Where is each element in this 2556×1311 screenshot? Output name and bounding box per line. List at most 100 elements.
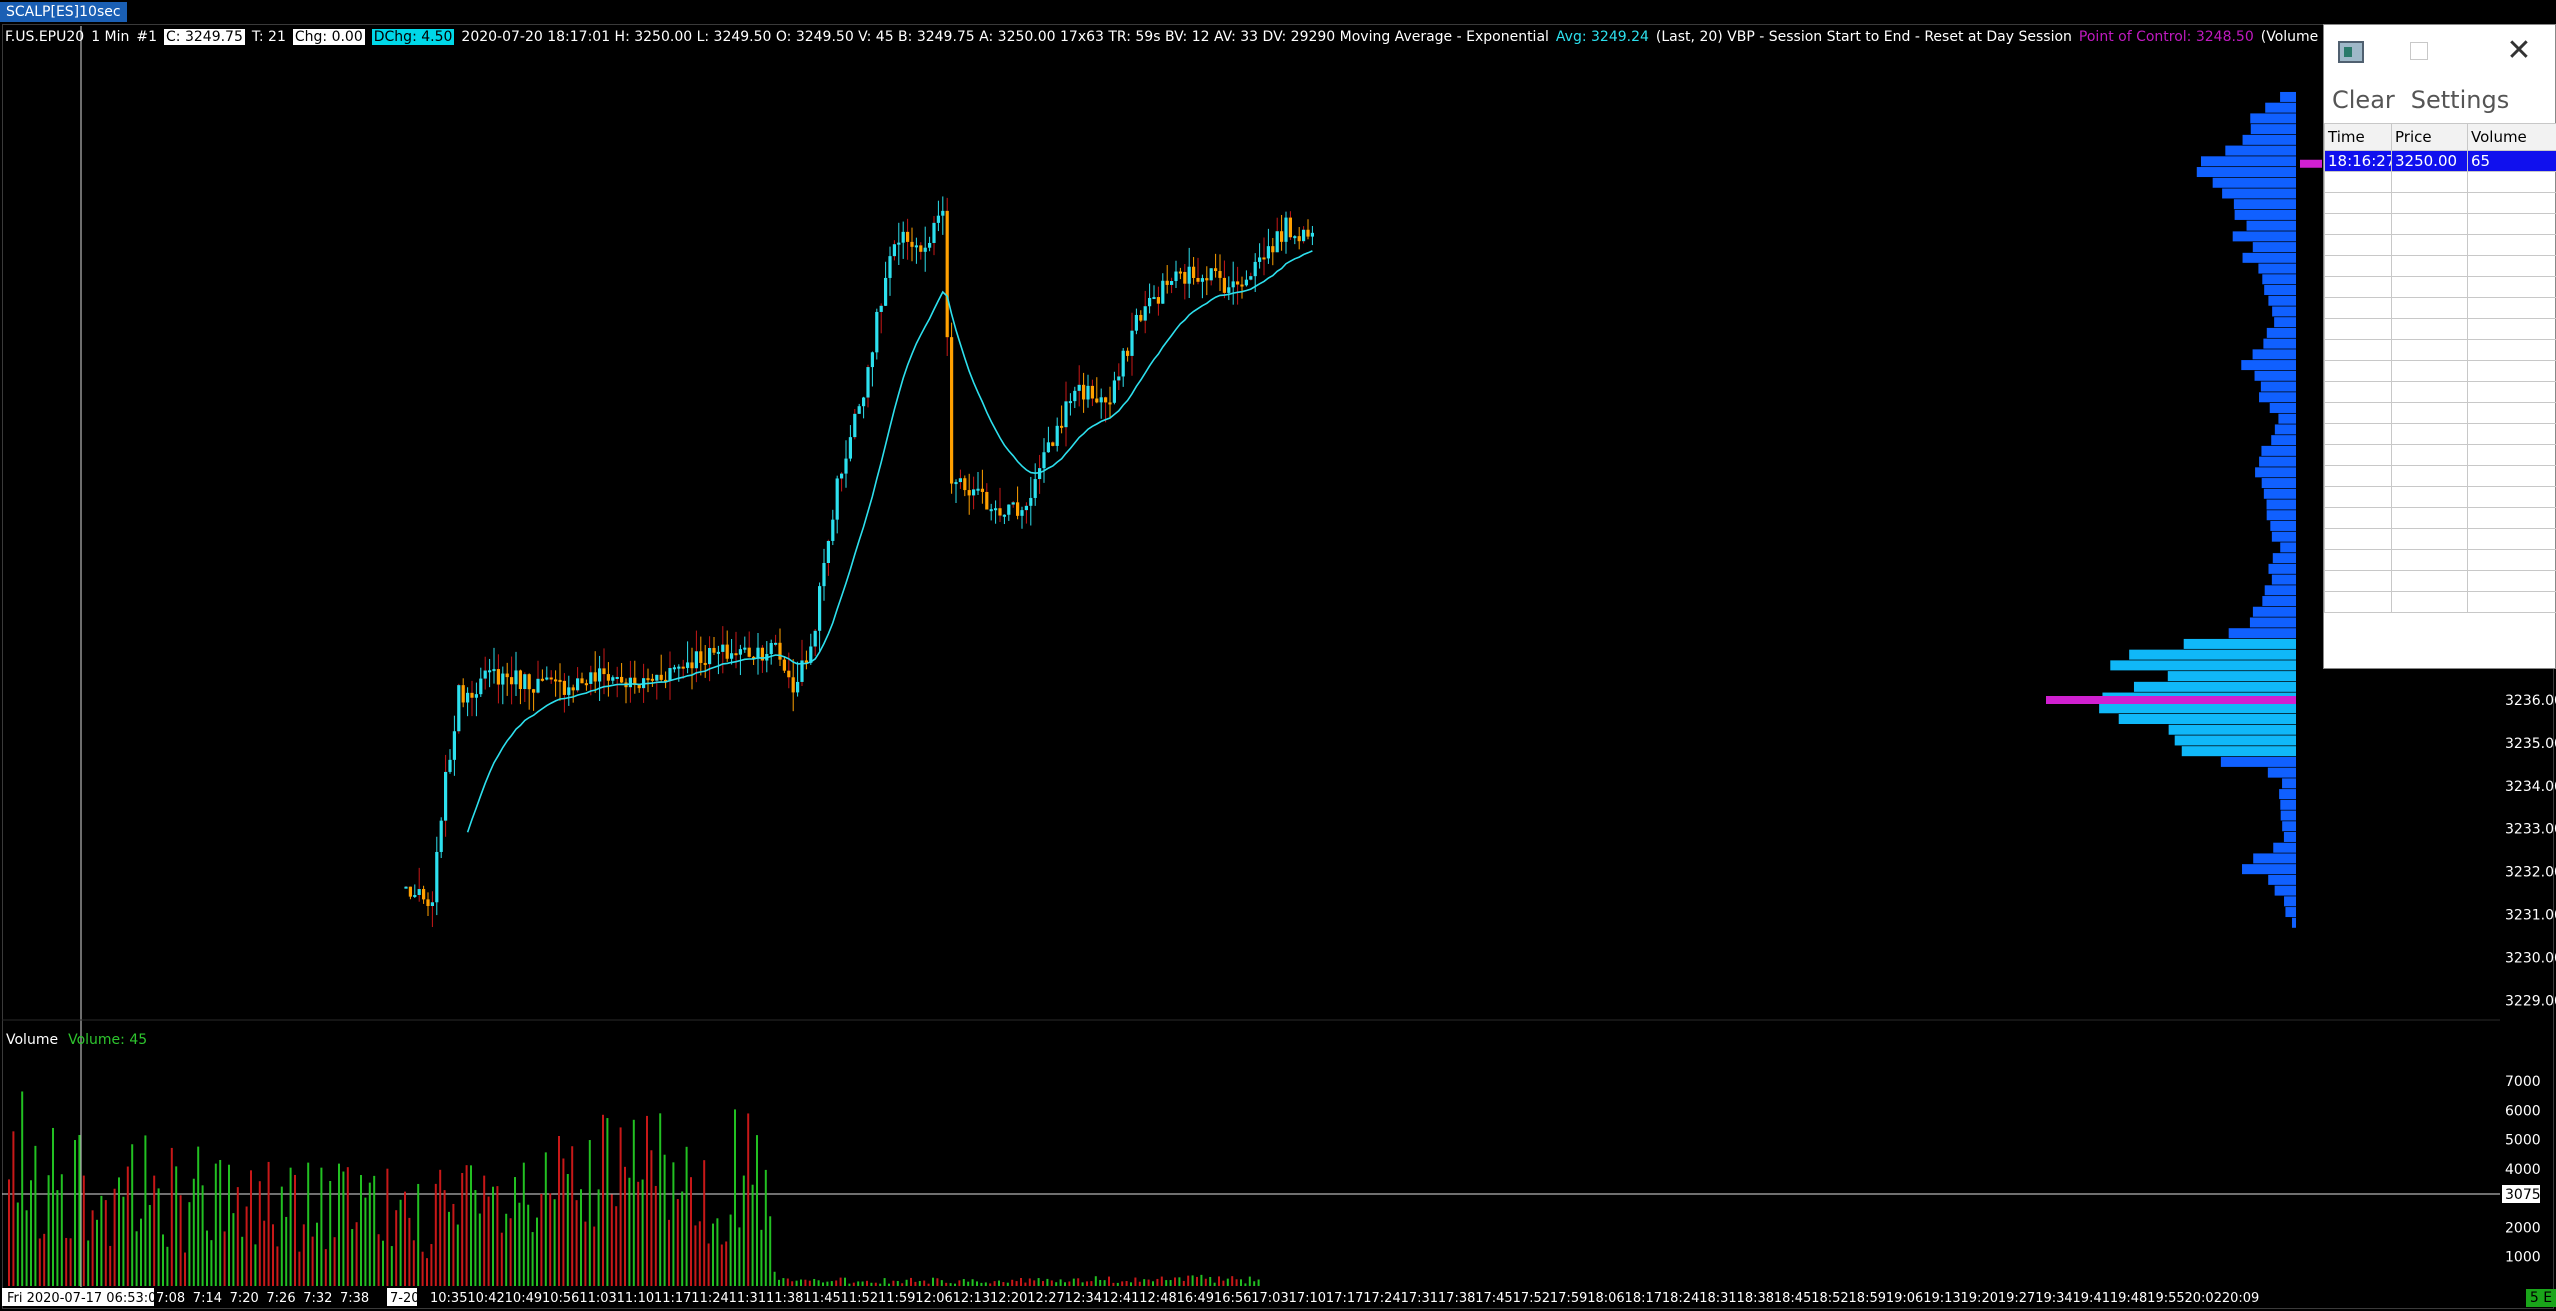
volume-bar — [544, 1152, 547, 1286]
time-tick-label: 18:24 — [1662, 1291, 1699, 1306]
table-row[interactable] — [2324, 171, 2556, 193]
volume-bar — [659, 1113, 662, 1286]
volume-bar — [945, 1282, 948, 1286]
table-row[interactable] — [2324, 318, 2556, 340]
volume-bar — [712, 1223, 714, 1286]
table-row[interactable] — [2324, 570, 2556, 592]
candle-body — [606, 674, 610, 681]
time-tick-label: 12:13 — [953, 1291, 990, 1306]
time-tick-label: 12:27 — [1027, 1291, 1064, 1306]
candle-body — [932, 222, 936, 243]
volume-bar — [1033, 1280, 1036, 1286]
volume-bar — [465, 1165, 468, 1286]
table-row[interactable] — [2324, 213, 2556, 235]
info-segment: F.US.EPU20 — [5, 29, 85, 45]
volume-bar — [1011, 1279, 1014, 1286]
profile-bar — [2263, 338, 2296, 349]
table-row[interactable] — [2324, 444, 2556, 466]
volume-title: Volume — [6, 1032, 59, 1048]
close-icon[interactable]: ✕ — [2499, 35, 2539, 67]
candle-body — [831, 519, 835, 541]
table-row[interactable] — [2324, 486, 2556, 508]
table-row[interactable] — [2324, 591, 2556, 613]
profile-bar — [2249, 617, 2296, 628]
volume-bar — [157, 1188, 160, 1286]
volume-bar — [289, 1167, 292, 1286]
table-row[interactable] — [2324, 402, 2556, 424]
info-segment: (Volume Profiles, 0, 1, Trading Day Star… — [2260, 29, 2325, 45]
volume-bar — [584, 1221, 587, 1286]
settings-button[interactable]: Settings — [2411, 86, 2509, 114]
volume-bar — [1187, 1275, 1190, 1286]
table-row[interactable] — [2324, 549, 2556, 571]
volume-bar — [382, 1240, 384, 1286]
volume-bar — [272, 1224, 274, 1286]
cell-price — [2391, 360, 2468, 382]
volume-bar — [1160, 1276, 1163, 1286]
table-row[interactable] — [2324, 381, 2556, 403]
table-row[interactable] — [2324, 465, 2556, 487]
volume-bar — [461, 1172, 464, 1286]
volume-bar — [646, 1115, 648, 1286]
time-tick-label: 11:45 — [803, 1291, 840, 1306]
cell-time — [2324, 402, 2392, 424]
candle-body — [1152, 297, 1156, 300]
cell-price — [2391, 528, 2468, 550]
time-tick-label: 11:03 — [579, 1291, 616, 1306]
volume-bar — [430, 1244, 433, 1286]
candle-body — [1086, 385, 1090, 400]
candle-body — [1055, 425, 1059, 446]
info-segment: Avg: 3249.24 — [1555, 29, 1649, 45]
candle-body — [738, 649, 742, 655]
volume-bar — [170, 1147, 173, 1286]
table-row[interactable] — [2324, 507, 2556, 529]
time-tick-label: 19:55 — [2147, 1291, 2184, 1306]
column-volume[interactable]: Volume — [2467, 123, 2556, 151]
candle-body — [976, 488, 980, 491]
cell-volume — [2467, 297, 2556, 319]
candle-body — [1271, 246, 1275, 253]
time-sales-titlebar[interactable]: ✕ — [2324, 25, 2555, 77]
table-row[interactable] — [2324, 423, 2556, 445]
candle-body — [716, 651, 720, 654]
volume-bar — [720, 1244, 723, 1286]
volume-bar — [448, 1211, 450, 1286]
volume-bar — [426, 1258, 428, 1286]
cell-volume: 65 — [2467, 150, 2556, 172]
table-row[interactable] — [2324, 276, 2556, 298]
volume-bar — [311, 1236, 314, 1286]
candle-body — [580, 678, 584, 684]
table-row[interactable] — [2324, 528, 2556, 550]
table-row[interactable] — [2324, 339, 2556, 361]
time-tick-label: 17:24 — [1363, 1291, 1400, 1306]
volume-bar — [839, 1277, 842, 1286]
column-time[interactable]: Time — [2324, 123, 2392, 151]
table-row[interactable] — [2324, 255, 2556, 277]
column-price[interactable]: Price — [2391, 123, 2468, 151]
table-row[interactable] — [2324, 192, 2556, 214]
time-sales-window[interactable]: ✕ Clear Settings Time Price Volume 18:16:… — [2323, 24, 2556, 669]
volume-bars — [8, 1091, 1260, 1286]
candle-body — [646, 678, 650, 681]
volume-bar — [250, 1170, 252, 1286]
table-row[interactable] — [2324, 360, 2556, 382]
table-row[interactable] — [2324, 297, 2556, 319]
volume-bar — [1006, 1282, 1009, 1286]
volume-bar — [791, 1281, 794, 1286]
volume-bar — [1108, 1276, 1110, 1286]
candle-body — [972, 489, 976, 496]
candle-body — [1024, 505, 1028, 511]
profile-bar — [2241, 360, 2296, 371]
price-chart[interactable]: 3236.00 3235.00 3234.00 3233.00 3232.00 3231.… — [0, 0, 2556, 1311]
candle-body — [501, 673, 505, 685]
cell-price — [2391, 549, 2468, 571]
candle-body — [892, 244, 896, 257]
maximize-icon[interactable] — [2410, 42, 2428, 60]
cell-volume — [2467, 360, 2556, 382]
time-sales-grid[interactable]: Time Price Volume 18:16:27.33250.0065 — [2324, 123, 2556, 613]
table-row[interactable]: 18:16:27.33250.0065 — [2324, 150, 2556, 172]
clear-button[interactable]: Clear — [2332, 86, 2395, 114]
table-row[interactable] — [2324, 234, 2556, 256]
volume-bar — [1020, 1277, 1022, 1286]
time-tick-label: 19:13 — [1923, 1291, 1960, 1306]
